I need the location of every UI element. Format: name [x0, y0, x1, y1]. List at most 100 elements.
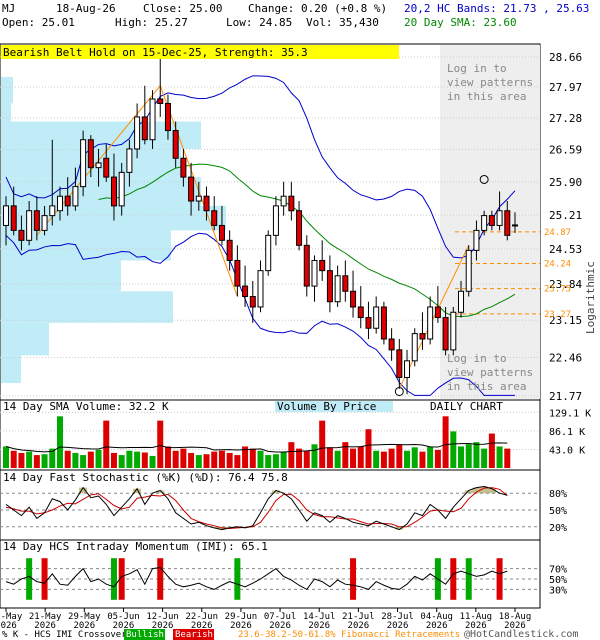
fibonacci-labels: 24.87 24.24 23.75 23.27: [544, 228, 571, 320]
candle-body-2: [18, 229, 25, 241]
bullish-label: Bullish: [126, 630, 164, 640]
candle-body-55: [427, 306, 434, 340]
volume-title: 14 Day SMA Volume: 32.2 K: [3, 400, 169, 413]
candle-body-24: [188, 176, 195, 202]
volume-bar-12: [95, 449, 102, 468]
imi-marker-8: [450, 558, 457, 600]
candle-body-35: [272, 205, 279, 236]
candle-body-26: [203, 195, 210, 212]
volume-bar-55: [427, 446, 434, 468]
candle-body-1: [10, 205, 17, 231]
volume-bar-11: [87, 451, 94, 468]
candle-body-49: [380, 306, 387, 340]
price-label-5: 25.21: [549, 209, 582, 222]
candle-body-15: [118, 171, 125, 207]
volume-bar-44: [342, 442, 349, 468]
daily-label: DAILY CHART: [430, 400, 503, 413]
volume-bar-61: [473, 442, 480, 468]
candle-body-14: [110, 176, 117, 207]
candle-body-21: [164, 102, 171, 132]
candle-body-59: [458, 290, 465, 313]
price-label-1: 27.97: [549, 81, 582, 94]
date-label: 18-Aug-26: [56, 2, 116, 15]
price-label-10: 21.77: [549, 390, 582, 403]
volume-bar-21: [164, 446, 171, 468]
candle-body-34: [265, 234, 272, 272]
candle-60: [465, 245, 472, 297]
vbp-bar-2: [1, 121, 201, 149]
candle-body-29: [226, 239, 233, 261]
volume-bar-29: [226, 452, 233, 468]
candle-body-16: [126, 148, 133, 173]
close-label: Close: 25.00: [143, 2, 222, 15]
login-top-1: Log in to: [447, 62, 507, 75]
volume-bar-23: [180, 448, 187, 468]
candle-body-44: [342, 275, 349, 292]
volume-bar-8: [64, 450, 71, 468]
volume-bar-14: [110, 452, 117, 468]
volume-bar-64: [496, 446, 503, 468]
scale-label: Logarithmic: [584, 261, 597, 334]
volume-bar-4: [33, 455, 40, 468]
candle-body-47: [365, 317, 372, 329]
candle-body-33: [257, 270, 264, 308]
candle-body-63: [488, 215, 495, 226]
volume-bar-39: [303, 450, 310, 468]
candle-body-43: [334, 275, 341, 303]
volume-bar-65: [504, 448, 511, 468]
volume-bar-15: [118, 455, 125, 468]
volume-bar-1: [10, 450, 17, 468]
candle-body-13: [103, 157, 110, 178]
fib-label-0: 24.87: [544, 228, 571, 238]
stoch-label-2: 20%: [549, 523, 567, 534]
volume-bar-16: [126, 450, 133, 468]
bands-label: 20,2 HC Bands: 21.73 , 25.63: [404, 2, 589, 15]
volume-bar-7: [56, 416, 63, 468]
stoch-title: 14 Day Fast Stochastic (%K) (%D): 76.4 7…: [3, 471, 288, 484]
volume-bar-54: [419, 451, 426, 468]
volume-bar-37: [288, 442, 295, 468]
bearish-label: Bearish: [175, 630, 213, 640]
candle-body-8: [64, 195, 71, 207]
candle-body-48: [373, 306, 380, 329]
candle-body-40: [311, 259, 318, 287]
volume-bar-18: [141, 452, 148, 468]
imi-marker-1: [41, 558, 48, 600]
candle-body-65: [504, 210, 511, 236]
volume-bar-60: [465, 444, 472, 468]
candle-body-20: [157, 98, 164, 104]
fib-legend: 23.6-38.2-50-61.8% Fibonacci Retracement…: [238, 630, 460, 640]
fib-label-2: 23.75: [544, 285, 571, 295]
date-axis-labels: 15-May202621-May202629-May202605-Jun2026…: [0, 608, 531, 631]
candle-body-62: [481, 215, 488, 231]
stock-chart: MJ 18-Aug-26 Close: 25.00 Change: 0.20 (…: [0, 2, 597, 640]
volume-bar-30: [234, 455, 241, 468]
candle-body-51: [396, 349, 403, 378]
candle-body-39: [303, 244, 310, 287]
volume-bar-42: [326, 447, 333, 468]
volume-bar-33: [257, 450, 264, 468]
candle-body-23: [180, 157, 187, 178]
login-top-3: in this area: [447, 90, 526, 103]
volume-bar-36: [280, 451, 287, 468]
candle-10: [80, 130, 87, 197]
candle-body-9: [72, 186, 79, 207]
volume-bar-53: [411, 447, 418, 468]
vol-label: Vol: 35,430: [306, 16, 379, 29]
login-top-2: view patterns: [447, 76, 533, 89]
volume-bar-22: [172, 450, 179, 468]
vbp-bar-7: [1, 260, 121, 292]
candle-58: [450, 306, 457, 356]
candle-body-5: [41, 215, 48, 231]
candle-body-0: [3, 205, 9, 226]
price-label-2: 27.28: [549, 112, 582, 125]
candle-body-50: [388, 338, 395, 351]
candle-body-25: [195, 195, 202, 202]
volume-bar-0: [3, 446, 9, 468]
copyright: @HotCandlestick.com: [464, 629, 578, 640]
volume-bar-47: [365, 429, 372, 468]
login-bottom-1: Log in to: [447, 352, 507, 365]
stoch-axis-labels: 80% 50% 20%: [549, 489, 567, 534]
sma-label: 20 Day SMA: 23.60: [404, 16, 517, 29]
imi-title: 14 Day HCS Intraday Momentum (IMI): 65.1: [3, 540, 268, 553]
